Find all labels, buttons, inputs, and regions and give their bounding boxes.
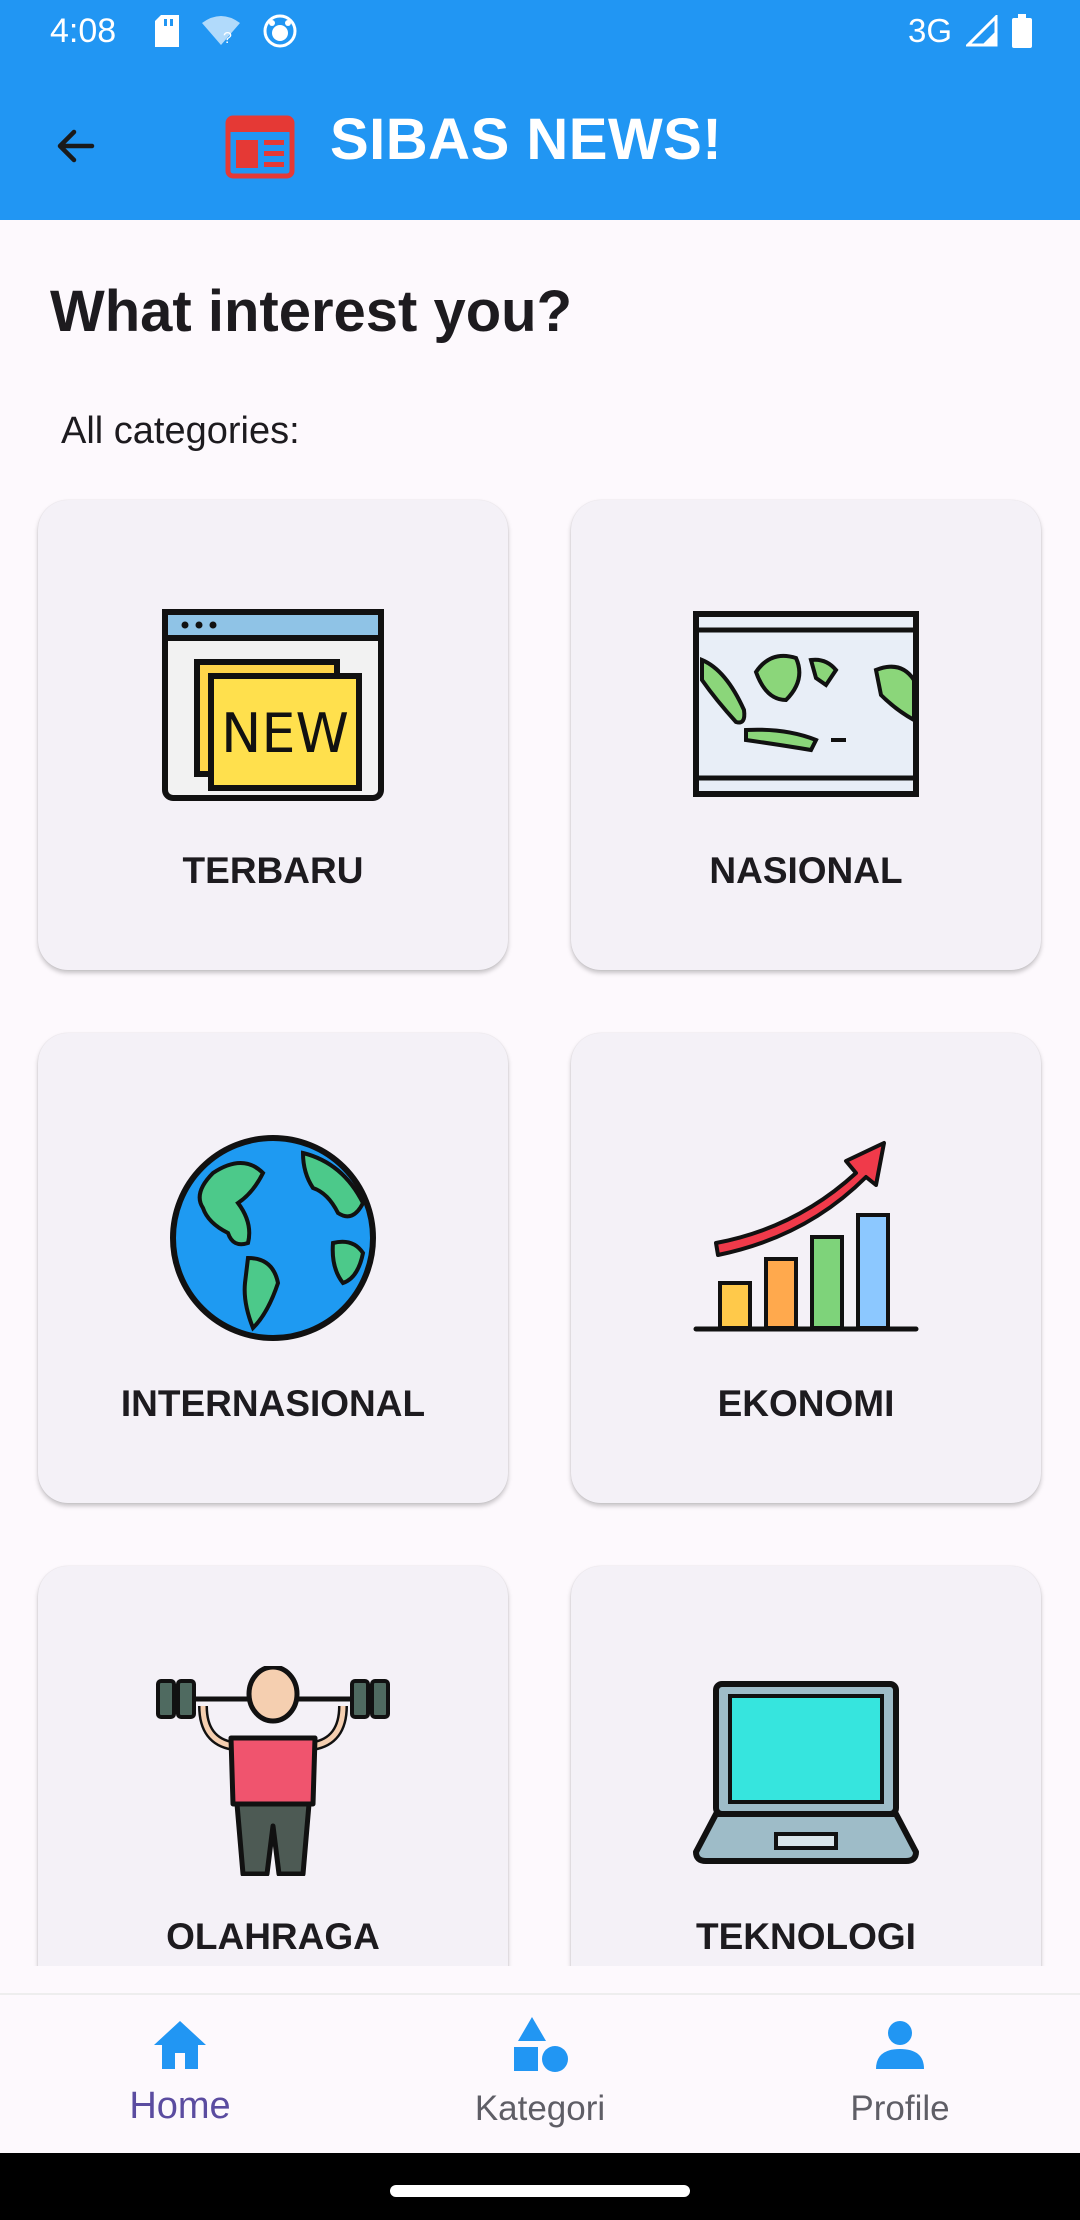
status-time: 4:08: [50, 12, 117, 50]
category-label: TEKNOLOGI: [696, 1916, 916, 1957]
wifi-question-icon: ?: [202, 16, 240, 47]
shapes-icon: [514, 2017, 568, 2072]
category-label: EKONOMI: [717, 1383, 895, 1424]
weightlifter-icon: [156, 1666, 390, 1876]
battery-icon: [1012, 14, 1032, 48]
category-card-internasional[interactable]: INTERNASIONAL: [38, 1033, 508, 1503]
status-bar: 4:08 ? 3G: [0, 0, 1080, 68]
system-nav-bar: [0, 2153, 1080, 2220]
page-heading: What interest you?: [50, 279, 573, 344]
growth-chart-icon: [693, 1141, 919, 1332]
network-type: 3G: [907, 12, 952, 49]
back-button[interactable]: [40, 110, 112, 182]
app-bar: SIBAS NEWS!: [0, 68, 1080, 220]
category-label: NASIONAL: [709, 850, 903, 891]
nav-label: Profile: [850, 2089, 950, 2128]
category-label: INTERNASIONAL: [120, 1383, 426, 1424]
category-label: OLAHRAGA: [166, 1916, 380, 1957]
nav-home[interactable]: Home: [0, 1995, 360, 2155]
laptop-icon: [693, 1681, 919, 1864]
svg-text:?: ?: [223, 30, 232, 47]
categories-heading: All categories:: [61, 410, 300, 452]
android-debug-icon: [263, 14, 297, 48]
home-gesture-pill[interactable]: [390, 2185, 690, 2197]
arrow-left-icon: [57, 129, 95, 163]
category-card-olahraga[interactable]: OLAHRAGA: [38, 1566, 508, 1966]
category-card-terbaru[interactable]: NEW TERBARU: [38, 500, 508, 970]
category-label: TERBARU: [182, 850, 364, 891]
globe-icon: [170, 1135, 376, 1341]
nav-label: Kategori: [474, 2089, 606, 2128]
category-card-nasional[interactable]: NASIONAL: [571, 500, 1041, 970]
app-title: SIBAS NEWS!: [330, 107, 723, 172]
bottom-navigation: Home Kategori Profile: [0, 1993, 1080, 2153]
signal-icon: [966, 15, 998, 47]
nav-profile[interactable]: Profile: [720, 1995, 1080, 2155]
sd-card-icon: [155, 15, 179, 47]
svg-text:NEW: NEW: [221, 702, 349, 765]
newspaper-icon: [225, 115, 295, 179]
indonesia-map-icon: [693, 611, 919, 797]
category-card-teknologi[interactable]: TEKNOLOGI: [571, 1566, 1041, 1966]
new-browser-icon: NEW: [162, 609, 384, 801]
category-grid: NEW TERBARU NASIONAL INTERNASIONAL EKONO…: [0, 470, 1080, 1966]
person-icon: [876, 2021, 924, 2069]
nav-kategori[interactable]: Kategori: [360, 1995, 720, 2155]
home-icon: [154, 2021, 206, 2069]
category-card-ekonomi[interactable]: EKONOMI: [571, 1033, 1041, 1503]
nav-label: Home: [129, 2085, 231, 2127]
